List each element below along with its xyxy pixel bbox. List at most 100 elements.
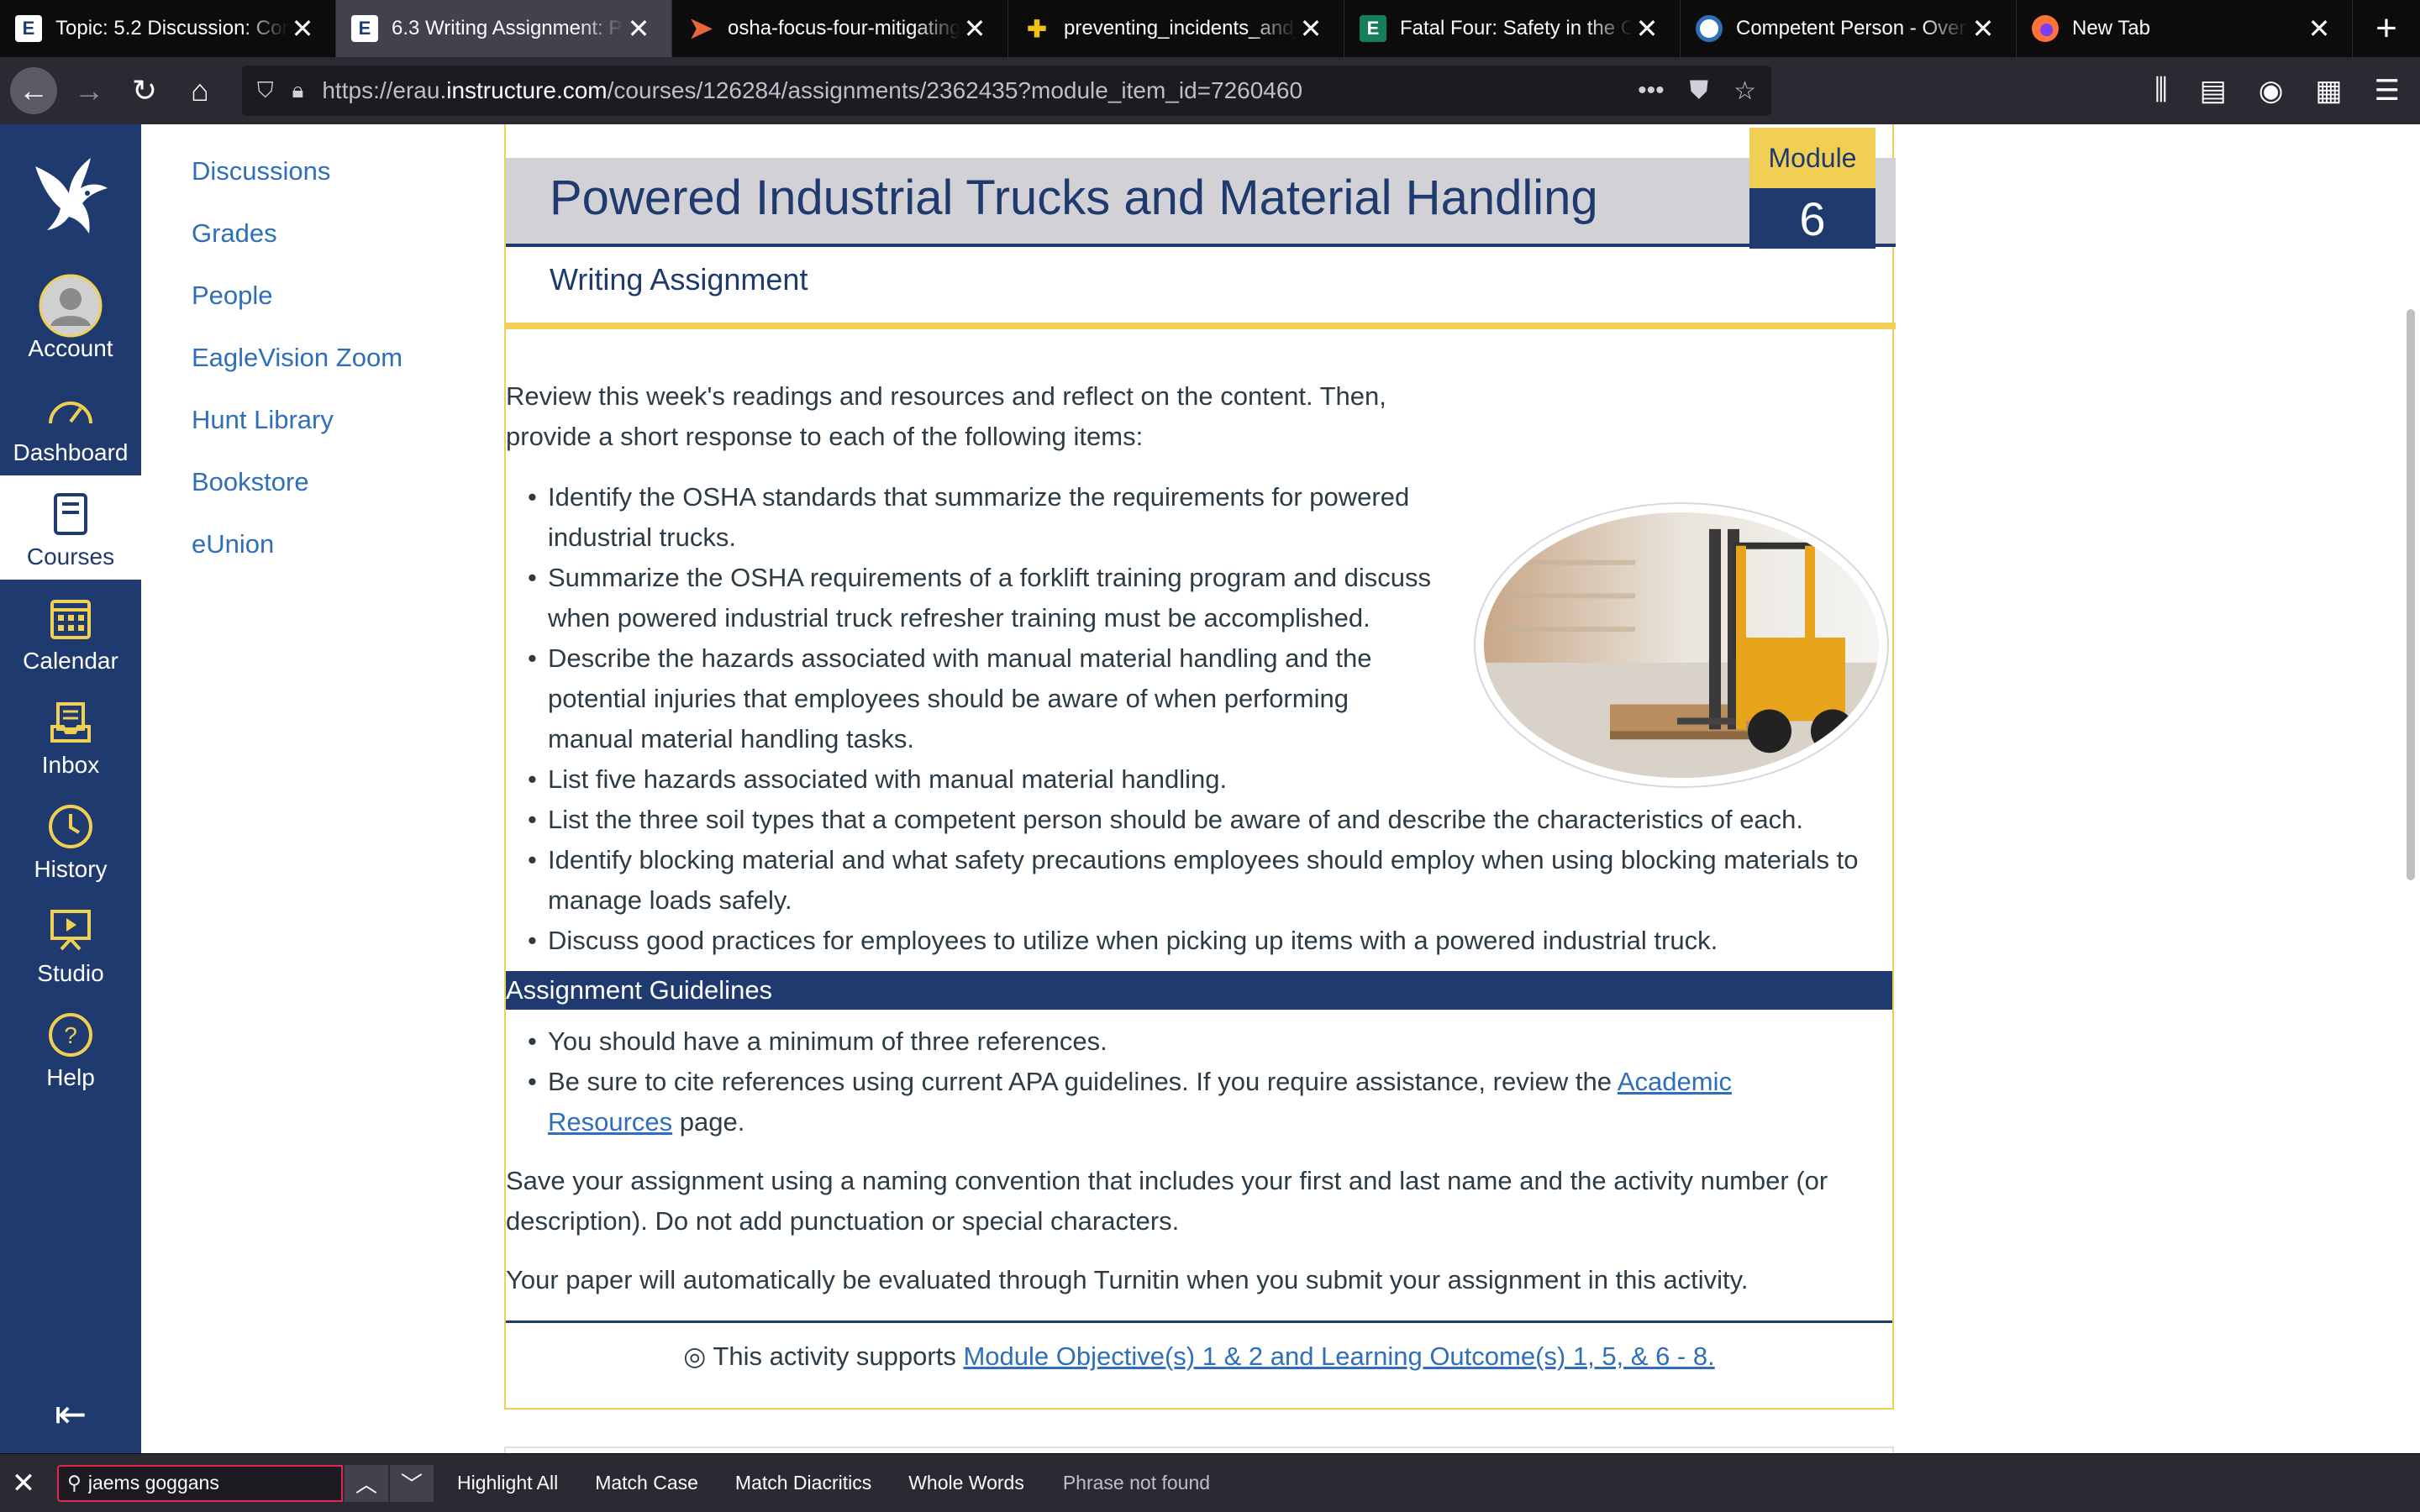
account-icon[interactable]: ◉ [2259,74,2284,108]
find-previous-button[interactable]: ︿ [345,1464,388,1502]
turnitin-note: Your paper will automatically be evaluat… [506,1265,1749,1294]
close-icon[interactable]: ✕ [0,1467,47,1500]
close-icon[interactable]: ✕ [288,13,317,45]
browser-tab[interactable]: ➤ osha-focus-four-mitigating ✕ [672,0,1008,57]
nav-courses[interactable]: Courses [0,475,141,580]
page-subtitle: Writing Assignment [550,262,808,297]
studio-icon [50,901,92,960]
page-banner: Powered Industrial Trucks and Material H… [506,158,1896,247]
help-icon: ? [48,1005,93,1064]
reload-button[interactable]: ↻ [121,67,168,114]
course-nav-eunion[interactable]: eUnion [192,529,274,559]
lock-icon[interactable]: 🔒︎ [292,77,304,104]
forward-button[interactable]: → [66,67,113,114]
scrollbar[interactable] [2407,309,2415,880]
close-icon[interactable]: ✕ [1969,13,1997,45]
match-diacritics-option[interactable]: Match Diacritics [735,1472,871,1494]
whole-words-option[interactable]: Whole Words [908,1472,1024,1494]
browser-tab-active[interactable]: E 6.3 Writing Assignment: Po ✕ [336,0,672,57]
highlight-all-option[interactable]: Highlight All [457,1472,558,1494]
divider [506,1320,1892,1323]
nav-inbox[interactable]: Inbox [0,684,141,788]
assignment-body: Review this week's readings and resource… [506,376,1892,1377]
course-nav-grades[interactable]: Grades [192,218,277,249]
browser-tab[interactable]: ✚ preventing_incidents_and_ ✕ [1008,0,1344,57]
inbox-icon [50,693,92,752]
tab-title: Topic: 5.2 Discussion: Con [55,17,288,39]
close-icon[interactable]: ✕ [1633,13,1661,45]
course-nav-bookstore[interactable]: Bookstore [192,467,309,497]
nav-history[interactable]: History [0,788,141,892]
forklift-image [1474,502,1889,788]
nav-label: Calendar [23,648,118,674]
calendar-icon [50,589,92,648]
e-icon: E [1360,15,1386,42]
erau-icon: E [15,15,42,42]
back-button[interactable]: ← [10,67,57,114]
objective-link[interactable]: Module Objective(s) 1 & 2 and Learning O… [963,1341,1714,1371]
divider [506,323,1896,329]
play-icon: ➤ [688,13,713,45]
close-icon[interactable]: ✕ [2305,13,2333,45]
nav-studio[interactable]: Studio [0,892,141,996]
sidebar-icon[interactable]: ▤ [2200,74,2227,108]
save-note: Save your assignment using a naming conv… [506,1166,1828,1236]
browser-tab[interactable]: Competent Person - Overv ✕ [1681,0,2017,57]
find-status: Phrase not found [1062,1472,1211,1494]
address-bar[interactable]: ⛉ 🔒︎ https://erau.instructure.com/course… [242,66,1771,116]
module-badge: Module 6 [1749,128,1876,252]
page-title: Powered Industrial Trucks and Material H… [550,171,1598,225]
guidelines-list: You should have a minimum of three refer… [506,1021,1892,1142]
tab-title: New Tab [2072,17,2150,39]
courses-icon [52,485,89,543]
course-navigation: Discussions Grades People EagleVision Zo… [141,124,494,1453]
collapse-nav-icon[interactable]: ⇤ [0,1391,141,1436]
list-item: Identify blocking material and what safe… [506,840,1892,921]
new-tab-button[interactable]: + [2353,0,2420,57]
nav-label: Dashboard [13,439,129,465]
tab-title: preventing_incidents_and_ [1064,17,1297,39]
find-bar: ✕ ⚲ ︿ ﹀ Highlight All Match Case Match D… [0,1453,2420,1512]
shield-icon: ✚ [1027,15,1047,42]
browser-tab[interactable]: E Topic: 5.2 Discussion: Con ✕ [0,0,336,57]
nav-account[interactable]: Account [0,267,141,371]
course-nav-hunt-library[interactable]: Hunt Library [192,405,334,435]
nav-label: Help [46,1064,95,1090]
match-case-option[interactable]: Match Case [595,1472,698,1494]
library-icon[interactable]: ⫼ [2154,74,2168,108]
menu-icon[interactable]: ☰ [2375,74,2400,108]
intro-text: Review this week's readings and resource… [506,381,1386,451]
nav-dashboard[interactable]: Dashboard [0,371,141,475]
url-text[interactable]: https://erau.instructure.com/courses/126… [322,77,1638,104]
more-actions-icon[interactable]: ••• [1638,76,1665,106]
pocket-icon[interactable]: ⛊ [1690,76,1709,106]
close-icon[interactable]: ✕ [624,13,653,45]
bookmark-star-icon[interactable]: ☆ [1733,76,1756,106]
nav-label: History [34,856,108,882]
nav-label: Studio [37,960,104,986]
browser-tab[interactable]: E Fatal Four: Safety in the Co ✕ [1344,0,1681,57]
nav-label: Courses [26,543,115,570]
shield-icon[interactable]: ⛉ [257,77,274,104]
close-icon[interactable]: ✕ [960,13,989,45]
course-nav-discussions[interactable]: Discussions [192,156,330,186]
nav-help[interactable]: ? Help [0,996,141,1100]
course-nav-people[interactable]: People [192,281,273,311]
home-button[interactable]: ⌂ [176,67,224,114]
find-input-wrapper[interactable]: ⚲ [57,1464,343,1502]
nav-label: Inbox [41,752,100,778]
eagle-logo[interactable] [0,124,141,267]
assignment-content: Powered Industrial Trucks and Material H… [504,124,1896,1410]
gift-icon[interactable]: ▦ [2315,74,2342,108]
dashboard-icon [47,381,94,439]
course-nav-eaglevision-zoom[interactable]: EagleVision Zoom [192,343,402,373]
nav-calendar[interactable]: Calendar [0,580,141,684]
find-input[interactable] [87,1472,315,1494]
find-next-button[interactable]: ﹀ [390,1464,434,1502]
close-icon[interactable]: ✕ [1297,13,1325,45]
list-item: List five hazards associated with manual… [506,759,1892,800]
module-number: 6 [1749,188,1876,249]
list-item: Summarize the OSHA requirements of a for… [506,558,1464,638]
navigation-toolbar: ← → ↻ ⌂ ⛉ 🔒︎ https://erau.instructure.co… [0,57,2420,124]
browser-tab[interactable]: New Tab ✕ [2017,0,2353,57]
